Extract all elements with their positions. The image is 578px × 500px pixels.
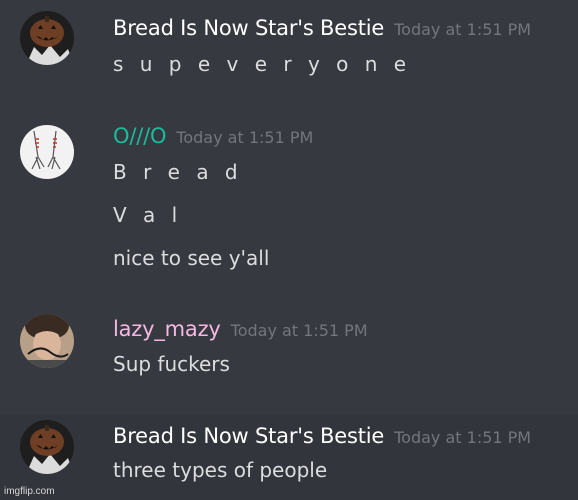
message-group: Bread Is Now Star's Bestie Today at 1:51 … — [0, 415, 578, 500]
message-group: Bread Is Now Star's Bestie Today at 1:51 … — [0, 0, 578, 110]
message-text: V a l — [113, 203, 183, 227]
message-text: Sup fuckers — [113, 352, 230, 376]
message-header: lazy_mazy Today at 1:51 PM — [113, 317, 368, 341]
username[interactable]: O///O — [113, 124, 166, 148]
username[interactable]: lazy_mazy — [113, 317, 221, 341]
message-header: Bread Is Now Star's Bestie Today at 1:51 … — [113, 16, 531, 40]
watermark: imgflip.com — [4, 486, 55, 497]
avatar-pumpkin-icon[interactable] — [20, 11, 74, 65]
avatar-photo-icon[interactable] — [20, 314, 74, 368]
username[interactable]: Bread Is Now Star's Bestie — [113, 424, 384, 448]
timestamp: Today at 1:51 PM — [394, 428, 532, 447]
message-header: Bread Is Now Star's Bestie Today at 1:51 … — [113, 424, 531, 448]
username[interactable]: Bread Is Now Star's Bestie — [113, 16, 384, 40]
message-group: O///O Today at 1:51 PM B r e a d V a l ni… — [0, 110, 578, 300]
message-text: nice to see y'all — [113, 246, 270, 270]
avatar-pumpkin-icon[interactable] — [20, 420, 74, 474]
chat-messages: Bread Is Now Star's Bestie Today at 1:51 … — [0, 0, 578, 500]
message-text: B r e a d — [113, 160, 243, 184]
message-group: lazy_mazy Today at 1:51 PM Sup fuckers — [0, 300, 578, 415]
timestamp: Today at 1:51 PM — [176, 128, 314, 147]
timestamp: Today at 1:51 PM — [230, 321, 368, 340]
message-text: three types of people — [113, 458, 328, 482]
message-text: s u p e v e r y o n e — [113, 52, 412, 76]
timestamp: Today at 1:51 PM — [394, 20, 532, 39]
avatar-drawing-icon[interactable] — [20, 125, 74, 179]
message-header: O///O Today at 1:51 PM — [113, 124, 313, 148]
